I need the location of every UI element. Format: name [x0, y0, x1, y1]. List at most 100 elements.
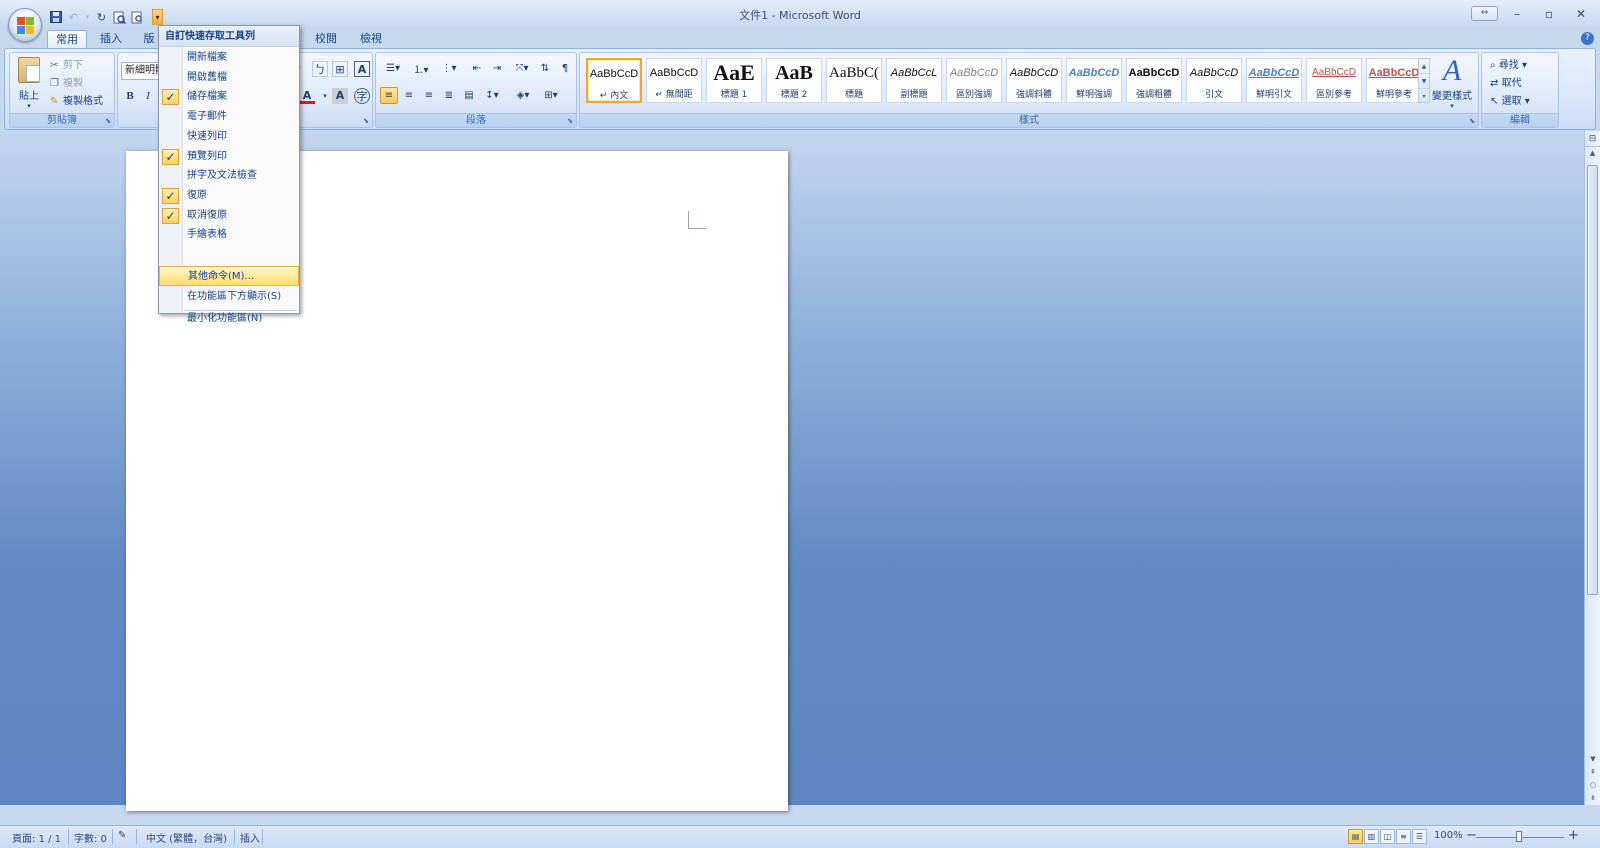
style-subtle-reference[interactable]: AaBbCcD 區別參考 — [1306, 58, 1362, 103]
word-count[interactable]: 字數: 0 — [74, 830, 107, 845]
font-color-dropdown-icon[interactable]: ▾ — [317, 88, 333, 104]
undo-icon[interactable]: ↶ — [66, 10, 81, 25]
page-count[interactable]: 頁面: 1 / 1 — [12, 830, 61, 845]
bold-button[interactable]: B — [122, 88, 138, 104]
restore-icon[interactable]: ⇔ — [1471, 6, 1498, 21]
redo-icon[interactable]: ↻ — [94, 10, 109, 25]
menu-item[interactable]: ✓ 復原 — [159, 186, 299, 206]
sort-icon[interactable]: ⇅ — [536, 60, 554, 77]
next-page-icon[interactable]: ⇟ — [1585, 792, 1600, 805]
office-button[interactable] — [8, 8, 42, 42]
gallery-more-icon[interactable]: ▾ — [1419, 89, 1429, 104]
maximize-button[interactable]: ▫ — [1536, 7, 1562, 21]
replace-button[interactable]: ⇄ 取代 — [1490, 74, 1522, 89]
minimize-button[interactable]: – — [1504, 7, 1530, 21]
style-intense-emphasis[interactable]: AaBbCcD 鮮明強調 — [1066, 58, 1122, 103]
numbering-icon[interactable]: ⒈▾ — [408, 60, 434, 77]
shading-icon[interactable]: ◈▾ — [510, 87, 536, 104]
enclose-char-icon[interactable]: 字 — [354, 88, 370, 104]
multilevel-list-icon[interactable]: ⋮▾ — [436, 60, 462, 77]
style-intense-reference[interactable]: AaBbCcD 鮮明參考 — [1366, 58, 1422, 103]
menu-item-more-commands[interactable]: 其他命令(M)... — [159, 266, 299, 286]
distributed-icon[interactable]: ▤ — [460, 87, 478, 104]
menu-item-show-below-ribbon[interactable]: 在功能區下方顯示(S) — [159, 287, 299, 307]
italic-button[interactable]: I — [140, 88, 156, 104]
draft-view-icon[interactable]: ☰ — [1412, 829, 1427, 844]
change-styles-button[interactable]: A 變更樣式 ▾ — [1431, 55, 1473, 115]
full-screen-reading-view-icon[interactable]: ▥ — [1364, 829, 1379, 844]
tab-view[interactable]: 檢視 — [351, 30, 391, 48]
font-dialog-launcher-icon[interactable]: ⬊ — [363, 117, 369, 125]
align-right-icon[interactable]: ≡ — [420, 87, 438, 104]
previous-page-icon[interactable]: ⇞ — [1585, 766, 1600, 779]
format-painter-button[interactable]: ✎ 複製格式 — [50, 92, 103, 107]
scroll-thumb[interactable] — [1587, 165, 1598, 595]
line-spacing-icon[interactable]: ↕▾ — [480, 87, 504, 104]
show-marks-icon[interactable]: ¶ — [556, 60, 574, 77]
menu-item[interactable]: 開新檔案 — [159, 48, 299, 68]
align-left-icon[interactable]: ≡ — [380, 87, 398, 104]
cut-button[interactable]: ✂ 剪下 — [50, 56, 83, 71]
align-center-icon[interactable]: ≡ — [400, 87, 418, 104]
style-heading-1[interactable]: AaE 標題 1 — [706, 58, 762, 103]
menu-item-minimize-ribbon[interactable]: 最小化功能區(N) — [159, 309, 299, 329]
borders-icon[interactable]: ⊞▾ — [538, 87, 564, 104]
justify-icon[interactable]: ≣ — [440, 87, 458, 104]
chinese-layout-icon[interactable]: ⤧▾ — [510, 60, 534, 77]
vertical-scrollbar[interactable]: ⊟ ▲ ▼ ⇞ ○ ⇟ — [1584, 131, 1600, 805]
tab-home[interactable]: 常用 — [47, 30, 87, 48]
style-strong[interactable]: AaBbCcD 強調粗體 — [1126, 58, 1182, 103]
clipboard-dialog-launcher-icon[interactable]: ⬊ — [105, 117, 111, 125]
insert-mode-status[interactable]: 插入 — [240, 830, 260, 845]
decrease-indent-icon[interactable]: ⇤ — [468, 60, 486, 77]
menu-item[interactable]: 快速列印 — [159, 127, 299, 147]
style-subtitle[interactable]: AaBbCcL 副標題 — [886, 58, 942, 103]
save-icon[interactable] — [48, 10, 63, 25]
style-heading-2[interactable]: AaB 標題 2 — [766, 58, 822, 103]
style-intense-quote[interactable]: AaBbCcD 鮮明引文 — [1246, 58, 1302, 103]
close-button[interactable]: ✕ — [1568, 7, 1594, 21]
menu-item[interactable]: ✓ 預覽列印 — [159, 147, 299, 167]
menu-item[interactable]: 開啟舊檔 — [159, 68, 299, 88]
web-layout-view-icon[interactable]: ◫ — [1380, 829, 1395, 844]
copy-button[interactable]: ❐ 複製 — [50, 74, 83, 89]
help-icon[interactable]: ? — [1581, 32, 1594, 45]
language-status[interactable]: 中文 (繁體，台灣) — [146, 830, 227, 845]
gallery-down-icon[interactable]: ▼ — [1419, 74, 1429, 89]
browse-object-icon[interactable]: ○ — [1585, 779, 1600, 792]
style-subtle-emphasis[interactable]: AaBbCcD 區別強調 — [946, 58, 1002, 103]
char-frame-icon[interactable]: A — [354, 61, 370, 77]
increase-indent-icon[interactable]: ⇥ — [488, 60, 506, 77]
bullets-icon[interactable]: ☰▾ — [380, 60, 406, 77]
outline-view-icon[interactable]: ≡ — [1396, 829, 1411, 844]
find-button[interactable]: ⌕ 尋找 ▾ — [1490, 56, 1527, 71]
undo-dropdown-icon[interactable]: ▾ — [84, 10, 91, 25]
tab-page-layout[interactable]: 版 — [140, 30, 158, 48]
paste-button[interactable]: 貼上 ▾ — [14, 55, 44, 111]
style-emphasis[interactable]: AaBbCcD 強調斜體 — [1006, 58, 1062, 103]
customize-qat-dropdown-icon[interactable]: ▾ — [152, 9, 163, 25]
font-color-button[interactable]: A — [299, 88, 315, 104]
paragraph-dialog-launcher-icon[interactable]: ⬊ — [567, 117, 573, 125]
menu-item[interactable]: ✓ 儲存檔案 — [159, 87, 299, 107]
scroll-down-icon[interactable]: ▼ — [1585, 753, 1600, 766]
style-no-spacing[interactable]: AaBbCcD ↵ 無間距 — [646, 58, 702, 103]
tab-review[interactable]: 校閱 — [306, 30, 346, 48]
char-border-icon[interactable]: ⊞ — [332, 61, 348, 77]
zoom-out-button[interactable]: − — [1466, 828, 1477, 843]
zoom-level[interactable]: 100% — [1434, 830, 1463, 841]
proofing-icon[interactable]: ✎ — [118, 830, 126, 841]
quick-print-icon[interactable] — [130, 10, 145, 25]
ruler-toggle-icon[interactable]: ⊟ — [1585, 131, 1600, 147]
style-title[interactable]: AaBbC( 標題 — [826, 58, 882, 103]
select-button[interactable]: ↖ 選取 ▾ — [1490, 92, 1530, 107]
gallery-up-icon[interactable]: ▲ — [1419, 59, 1429, 74]
phonetic-guide-icon[interactable]: ㄅ — [312, 61, 328, 77]
tab-insert[interactable]: 插入 — [92, 30, 130, 48]
menu-item[interactable]: 拼字及文法檢查 — [159, 166, 299, 186]
char-shading-icon[interactable]: A — [332, 88, 348, 104]
styles-dialog-launcher-icon[interactable]: ⬊ — [1469, 117, 1475, 125]
styles-gallery-scroll[interactable]: ▲ ▼ ▾ — [1418, 58, 1430, 103]
print-preview-icon[interactable] — [112, 10, 127, 25]
menu-item[interactable]: ✓ 取消復原 — [159, 206, 299, 226]
